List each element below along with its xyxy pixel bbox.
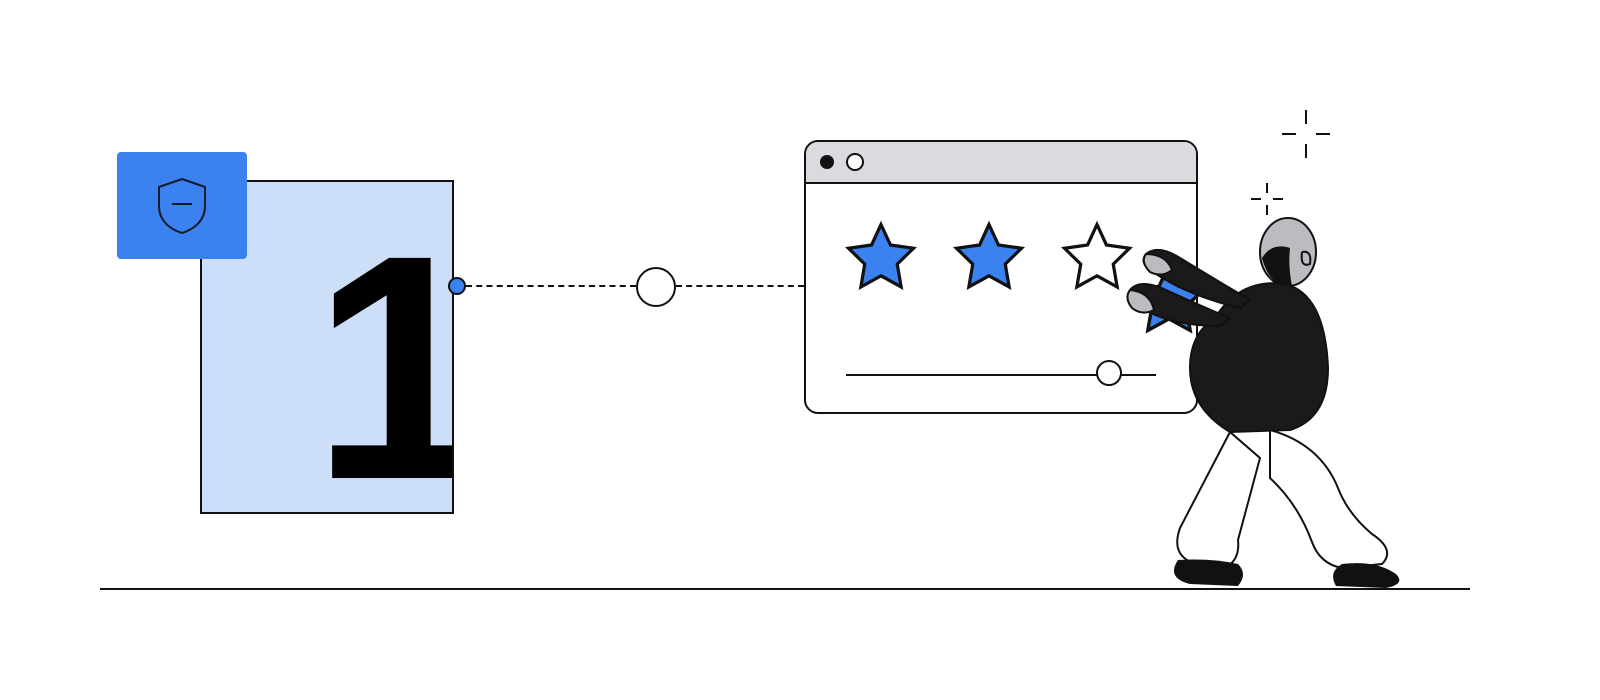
titlebar-dot-filled — [820, 155, 834, 169]
connector-start-dot — [448, 277, 466, 295]
connector-dash-right — [676, 285, 804, 287]
connector-dash-left — [466, 285, 636, 287]
review-slider-handle[interactable] — [1096, 360, 1122, 386]
star-1-filled — [842, 218, 920, 296]
window-titlebar — [806, 142, 1196, 184]
sparkle-icon — [1280, 108, 1332, 160]
titlebar-dot-hollow — [846, 153, 864, 171]
ground-line — [100, 588, 1470, 590]
shield-minus-icon — [155, 176, 209, 236]
star-2-filled — [950, 218, 1028, 296]
folder-badge — [117, 152, 247, 259]
illustration-stage: 1 — [0, 0, 1600, 700]
connector-mid-circle — [636, 267, 676, 307]
person-placing-star — [1120, 208, 1400, 590]
step-number: 1 — [312, 207, 454, 514]
